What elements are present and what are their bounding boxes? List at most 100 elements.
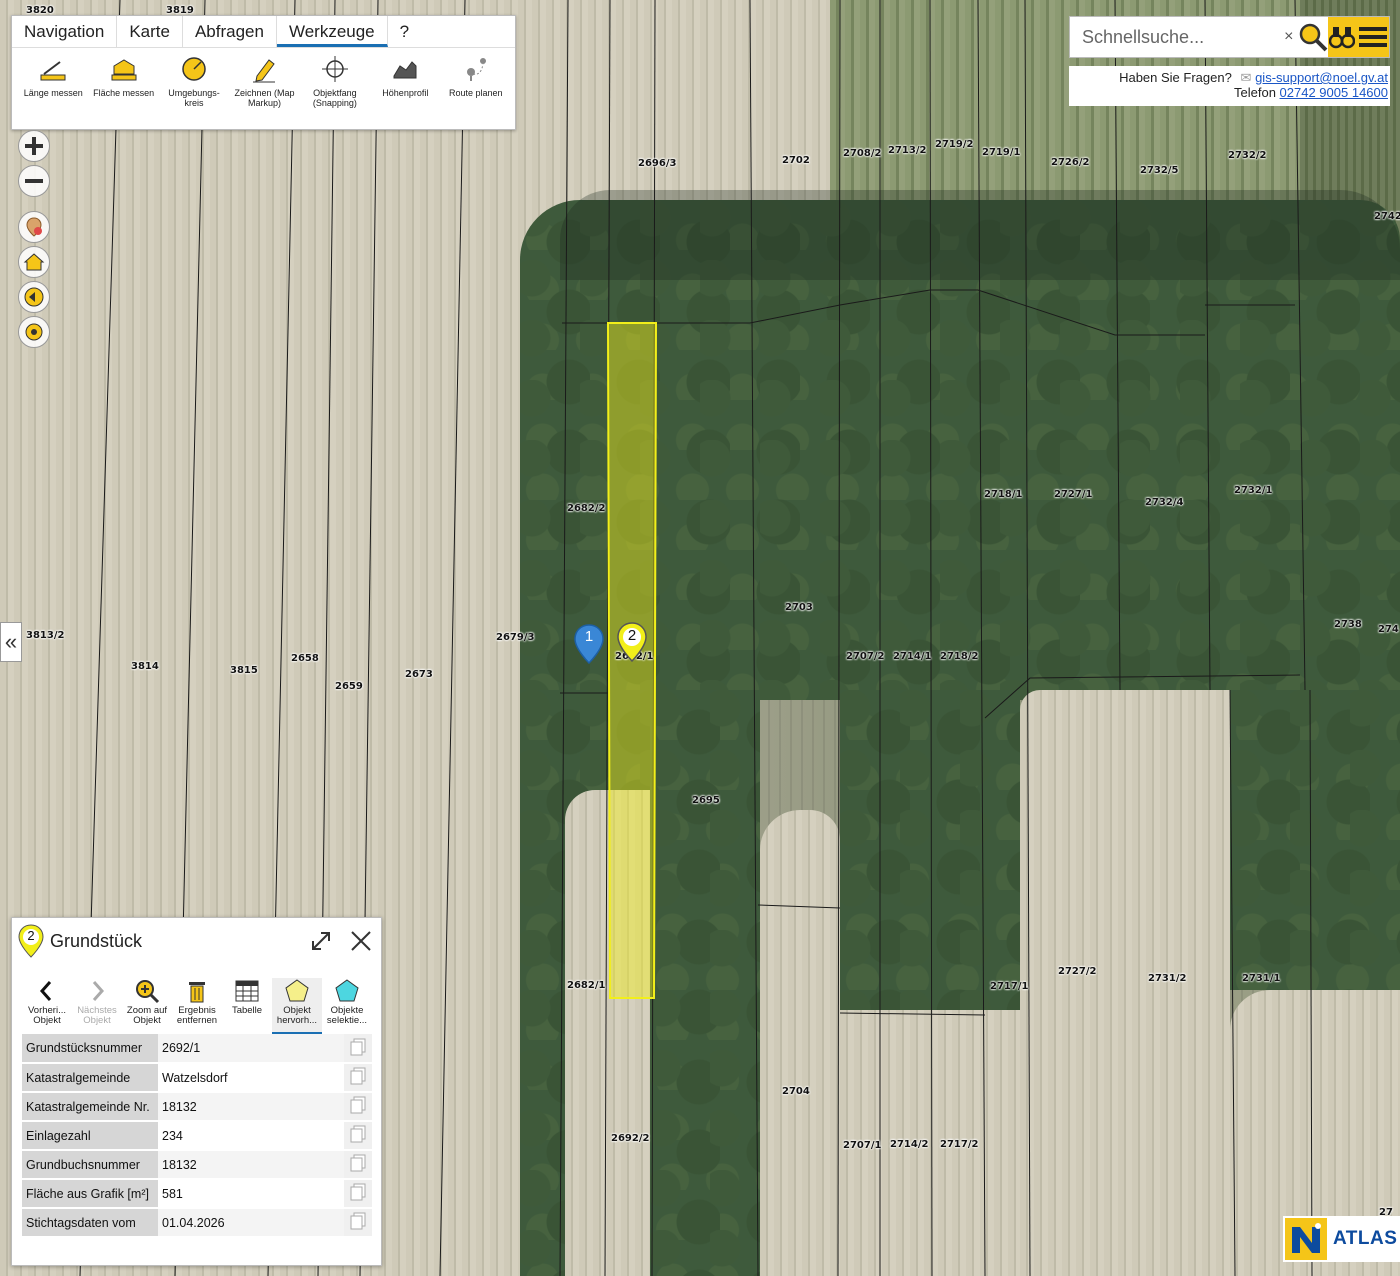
search-input[interactable] [1080,25,1280,49]
tool-label: Ergebnis entfernen [176,1005,218,1026]
attribute-value: 581 [158,1179,344,1209]
previous-object-button[interactable]: Vorheri... Objekt [22,978,72,1034]
parcel-label: 2658 [291,653,319,664]
location-button[interactable] [18,211,50,243]
copy-button[interactable] [344,1208,372,1238]
map-marker-2[interactable]: 2 [617,622,647,667]
back-arrow-icon [24,287,44,307]
hamburger-icon [1359,27,1388,47]
support-phone-link[interactable]: 02742 9005 14600 [1280,85,1388,100]
tab-abfragen[interactable]: Abfragen [183,16,277,47]
chevron-right-icon [92,981,105,1001]
search-icon[interactable] [1298,17,1328,57]
parcel-label: 2732/5 [1140,165,1179,176]
select-objects-button[interactable]: Objekte selektie... [322,978,372,1034]
copy-button[interactable] [344,1092,372,1122]
radius-circle-button[interactable]: Umgebungs-kreis [159,54,229,108]
table-row: Stichtagsdaten vom 01.04.2026 [22,1208,372,1238]
copy-button[interactable] [344,1034,372,1064]
parcel-label: 2673 [405,669,433,680]
panel-toolbar: Vorheri... Objekt Nächstes Objekt Zoom a… [12,964,381,1034]
route-plan-button[interactable]: Route planen [441,54,511,108]
attribute-key: Fläche aus Grafik [m²] [22,1179,158,1209]
ribbon-tabs: Navigation Karte Abfragen Werkzeuge ? [12,16,515,48]
route-icon [466,58,486,81]
marker-badge: 2 [18,924,44,958]
zoom-in-button[interactable] [18,130,50,162]
parcel-label: 2707/2 [846,651,885,662]
parcel-label: 2682/2 [567,503,606,514]
minus-icon [25,179,43,183]
attribute-table: Grundstücksnummer 2692/1 Katastralgemein… [22,1034,372,1238]
parcel-label: 2696/3 [638,158,677,169]
attribute-value: 234 [158,1121,344,1151]
collapse-panel-button[interactable]: « [0,622,22,662]
plus-icon [25,137,43,155]
binoculars-icon [1329,27,1356,49]
circle-radius-icon [182,57,206,81]
table-button[interactable]: Tabelle [222,978,272,1034]
zoom-to-object-button[interactable]: Zoom auf Objekt [122,978,172,1034]
copy-icon [350,1067,366,1085]
locate-me-button[interactable] [18,316,50,348]
menu-button[interactable] [1327,17,1389,57]
noe-logo-icon [1285,1218,1327,1260]
phone-label: Telefon [1234,85,1276,100]
tab-werkzeuge[interactable]: Werkzeuge [276,16,388,47]
tool-ribbon: Navigation Karte Abfragen Werkzeuge ? Lä… [11,15,516,130]
snapping-button[interactable]: Objektfang (Snapping) [300,54,370,108]
parcel-label: 2732/4 [1145,497,1184,508]
map-marker-1[interactable]: 1 [574,624,604,669]
tool-label: Objekt hervorh... [276,1005,318,1026]
copy-icon [350,1125,366,1143]
double-chevron-left-icon: « [4,629,18,654]
tab-karte[interactable]: Karte [117,16,183,47]
parcel-label: 2742 [1374,211,1400,222]
tab-help[interactable]: ? [388,16,421,47]
tool-label: Nächstes Objekt [77,1005,117,1026]
copy-button[interactable] [344,1121,372,1151]
parcel-label: 2679/3 [496,632,535,643]
table-icon [235,980,259,1002]
home-button[interactable] [18,246,50,278]
zoom-out-button[interactable] [18,165,50,197]
highlight-object-button[interactable]: Objekt hervorh... [272,978,322,1034]
table-row: Katastralgemeinde Watzelsdorf [22,1063,372,1093]
close-button[interactable] [341,921,381,961]
parcel-label: 3813/2 [26,630,65,641]
parcel-label: 274 [1378,624,1399,635]
measure-length-button[interactable]: Länge messen [18,54,88,108]
copy-icon [350,1096,366,1114]
expand-button[interactable] [301,921,341,961]
copy-button[interactable] [344,1063,372,1093]
remove-result-button[interactable]: Ergebnis entfernen [172,978,222,1034]
parcel-label: 2714/2 [890,1139,929,1150]
parcel-label: 2718/1 [984,489,1023,500]
logo-text: ATLAS [1333,1228,1398,1249]
parcel-label: 2719/1 [982,147,1021,158]
attribute-key: Katastralgemeinde Nr. [22,1092,158,1122]
table-row: Einlagezahl 234 [22,1121,372,1151]
next-object-button[interactable]: Nächstes Objekt [72,978,122,1034]
elevation-profile-button[interactable]: Höhenprofil [370,54,440,108]
elevation-icon [393,61,417,79]
clear-icon[interactable]: × [1280,28,1298,46]
tool-label: Umgebungs-kreis [168,88,220,108]
help-question: Haben Sie Fragen? [1119,70,1232,85]
support-email-link[interactable]: gis-support@noel.gv.at [1255,70,1388,85]
draw-markup-button[interactable]: Zeichnen (Map Markup) [229,54,299,108]
tool-label: Tabelle [231,1005,263,1016]
parcel-label: 2659 [335,681,363,692]
parcel-label: 2731/1 [1242,973,1281,984]
ruler-icon [40,61,66,81]
parcel-label: 3814 [131,661,159,672]
copy-button[interactable] [344,1150,372,1180]
parcel-label: 2732/2 [1228,150,1267,161]
atlas-logo[interactable]: ATLAS [1283,1216,1400,1262]
copy-button[interactable] [344,1179,372,1209]
back-button[interactable] [18,281,50,313]
measure-area-button[interactable]: Fläche messen [88,54,158,108]
tab-navigation[interactable]: Navigation [12,16,118,47]
panel-header: 2 Grundstück [12,918,381,964]
parcel-label: 2713/2 [888,145,927,156]
